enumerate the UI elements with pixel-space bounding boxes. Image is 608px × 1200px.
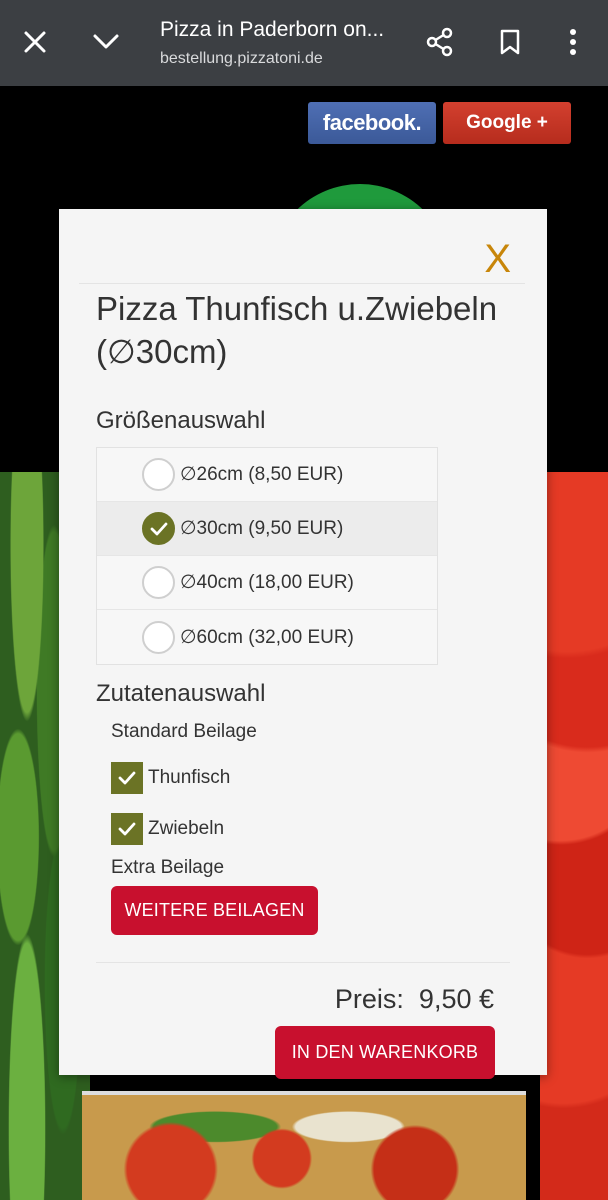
- browser-toolbar: Pizza in Paderborn on... bestellung.pizz…: [0, 0, 608, 86]
- product-modal: X Pizza Thunfisch u.Zwiebeln (∅30cm) Grö…: [59, 209, 547, 1079]
- radio-button-checked[interactable]: [142, 512, 175, 545]
- size-heading: Größenauswahl: [96, 407, 266, 434]
- size-option-label: ∅30cm (9,50 EUR): [180, 518, 344, 539]
- bookmark-icon[interactable]: [490, 22, 530, 62]
- size-option-label: ∅40cm (18,00 EUR): [180, 572, 354, 593]
- checkbox-thunfisch[interactable]: [111, 762, 143, 794]
- check-icon: [150, 522, 167, 535]
- close-icon[interactable]: [15, 22, 55, 62]
- tomato-background-image: [540, 472, 608, 1200]
- page-url: bestellung.pizzatoni.de: [160, 50, 323, 67]
- checkbox-zwiebeln[interactable]: [111, 813, 143, 845]
- check-icon: [118, 822, 136, 836]
- size-option-40[interactable]: ∅40cm (18,00 EUR): [97, 556, 437, 610]
- chevron-down-icon[interactable]: [86, 22, 126, 62]
- toppings-heading: Zutatenauswahl: [96, 680, 266, 707]
- price-label: Preis:: [334, 984, 404, 1014]
- share-icon[interactable]: [420, 22, 460, 62]
- pizza-image: [82, 1091, 526, 1200]
- add-to-cart-button[interactable]: IN DEN WARENKORB: [275, 1026, 495, 1079]
- topping-label: Zwiebeln: [148, 818, 225, 839]
- more-toppings-button[interactable]: WEITERE BEILAGEN: [111, 886, 318, 935]
- size-option-60[interactable]: ∅60cm (32,00 EUR): [97, 610, 437, 664]
- google-plus-button[interactable]: Google +: [443, 102, 571, 144]
- close-modal-button[interactable]: X: [484, 237, 511, 282]
- more-options-icon[interactable]: [553, 22, 593, 62]
- check-icon: [118, 771, 136, 785]
- divider: [79, 283, 525, 284]
- standard-toppings-label: Standard Beilage: [111, 721, 257, 742]
- radio-button[interactable]: [142, 620, 175, 654]
- size-option-label: ∅60cm (32,00 EUR): [180, 626, 354, 648]
- size-option-label: ∅26cm (8,50 EUR): [180, 464, 344, 485]
- price-value: 9,50 €: [418, 984, 494, 1014]
- divider: [96, 962, 510, 963]
- size-option-30[interactable]: ∅30cm (9,50 EUR): [97, 502, 437, 556]
- product-title: Pizza Thunfisch u.Zwiebeln (∅30cm): [96, 290, 498, 370]
- facebook-button[interactable]: facebook.: [308, 102, 436, 144]
- radio-button[interactable]: [142, 458, 175, 491]
- extra-toppings-label: Extra Beilage: [111, 857, 225, 878]
- price-display: Preis: 9,50 €: [335, 984, 494, 1015]
- topping-label: Thunfisch: [148, 767, 231, 788]
- size-options: ∅26cm (8,50 EUR) ∅30cm (9,50 EUR) ∅40cm …: [96, 447, 438, 665]
- radio-button[interactable]: [142, 566, 175, 599]
- size-option-26[interactable]: ∅26cm (8,50 EUR): [97, 448, 437, 502]
- page-title: Pizza in Paderborn on...: [160, 18, 385, 41]
